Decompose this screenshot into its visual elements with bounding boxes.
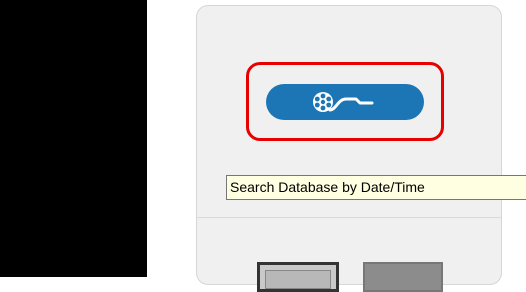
panel-divider (196, 217, 502, 218)
black-panel (0, 0, 147, 277)
bottom-button-1-face (265, 270, 331, 289)
search-database-button[interactable] (266, 84, 424, 120)
tooltip: Search Database by Date/Time (226, 175, 526, 200)
bottom-button-2[interactable] (363, 262, 443, 292)
side-panel (196, 5, 502, 285)
bottom-button-1[interactable] (257, 262, 339, 292)
film-reel-icon (313, 92, 374, 112)
